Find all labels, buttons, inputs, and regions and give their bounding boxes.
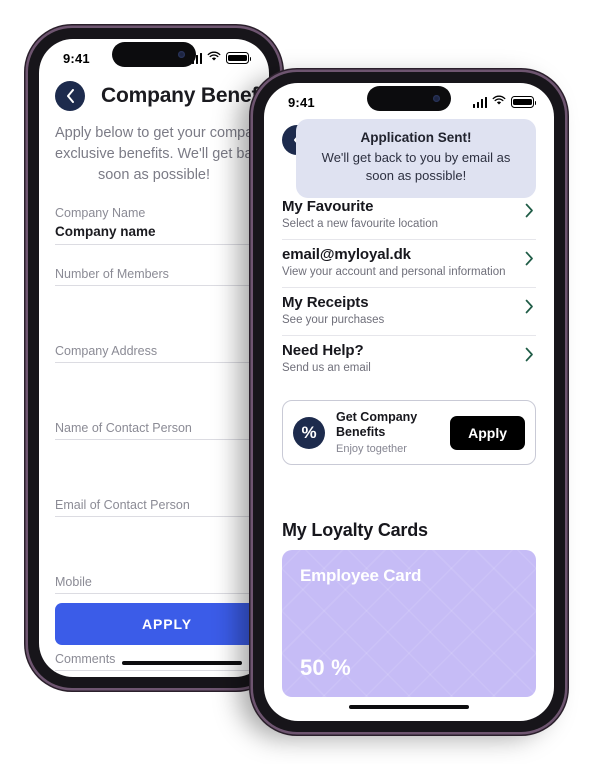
list-item-title: email@myloyal.dk [282, 246, 411, 263]
front-camera-lens-icon [433, 95, 440, 102]
toast-title: Application Sent! [360, 130, 472, 145]
dynamic-island [367, 86, 451, 111]
list-item-subtitle: View your account and personal informati… [282, 266, 506, 278]
back-phone-status-bar: 9:41 [39, 39, 269, 73]
chevron-right-icon [525, 347, 534, 367]
percent-icon: % [293, 416, 325, 449]
apply-button[interactable]: APPLY [55, 603, 269, 645]
toast-message: We'll get back to you by email as soon a… [321, 150, 511, 183]
company-benefits-promo-card[interactable]: % Get Company Benefits Enjoy together Ap… [282, 400, 536, 465]
list-item-text: Need Help? Send us an email [282, 342, 371, 374]
back-phone-header: Company Benefits [55, 81, 269, 111]
field-underline [55, 285, 253, 287]
application-sent-toast: Application Sent! We'll get back to you … [296, 119, 536, 198]
field-underline [55, 244, 253, 246]
list-item-title: My Favourite [282, 198, 374, 215]
home-indicator [349, 705, 469, 709]
front-camera-lens-icon [178, 51, 185, 58]
wifi-icon [207, 49, 221, 67]
loyalty-card-employee[interactable]: Employee Card 50 % [282, 550, 536, 697]
list-item-my-receipts[interactable]: My Receipts See your purchases [282, 288, 536, 336]
loyalty-cards-heading: My Loyalty Cards [282, 520, 428, 540]
battery-full-icon [226, 52, 252, 64]
field-label: Mobile [55, 575, 92, 590]
field-label: Email of Contact Person [55, 498, 190, 513]
list-item-account-email[interactable]: email@myloyal.dk View your account and p… [282, 240, 536, 288]
loyalty-card-discount: 50 % [300, 655, 351, 680]
front-phone-screen: 9:41 Application Sent! We'll get back to [264, 83, 554, 721]
list-item-subtitle: Send us an email [282, 362, 371, 374]
back-phone-content: Company Benefits Apply below to get your… [39, 81, 269, 677]
chevron-left-icon [66, 89, 74, 103]
field-underline [55, 670, 253, 672]
chevron-right-icon [525, 251, 534, 271]
field-label: Name of Contact Person [55, 421, 192, 436]
status-time: 9:41 [63, 50, 90, 66]
field-label: Company Address [55, 344, 158, 359]
form-field-number-of-members[interactable]: Number of Members [55, 267, 253, 322]
list-item-text: My Receipts See your purchases [282, 294, 384, 326]
promo-apply-button[interactable]: Apply [450, 415, 525, 450]
status-time: 9:41 [288, 94, 315, 110]
form-field-company-name[interactable]: Company Name Company name [55, 206, 253, 246]
list-item-text: email@myloyal.dk View your account and p… [282, 246, 506, 278]
status-icons [472, 93, 537, 111]
list-item-title: Need Help? [282, 342, 364, 359]
form-field-company-address[interactable]: Company Address [55, 344, 253, 399]
list-item-subtitle: Select a new favourite location [282, 218, 438, 230]
list-item-subtitle: See your purchases [282, 314, 385, 326]
account-settings-list: My Favourite Select a new favourite loca… [264, 192, 554, 383]
dynamic-island [112, 42, 196, 67]
phone-mockup-stage: 9:41 Company Benefits Apply below to get… [0, 0, 600, 764]
field-underline [55, 516, 253, 518]
field-label: Number of Members [55, 267, 169, 282]
promo-subtitle: Enjoy together [336, 443, 407, 455]
chevron-right-icon [525, 203, 534, 223]
back-phone-screen: 9:41 Company Benefits Apply below to get… [39, 39, 269, 677]
list-item-need-help[interactable]: Need Help? Send us an email [282, 336, 536, 383]
field-underline [55, 362, 253, 364]
field-label: Company Name [55, 206, 146, 221]
cellular-bars-icon [472, 96, 487, 108]
loyalty-card-name: Employee Card [300, 566, 422, 585]
field-value: Company name [55, 224, 156, 240]
promo-text: Get Company Benefits Enjoy together [336, 410, 439, 455]
list-item-text: My Favourite Select a new favourite loca… [282, 198, 438, 230]
chevron-right-icon [525, 299, 534, 319]
front-phone-content: Application Sent! We'll get back to you … [264, 117, 554, 721]
field-underline [55, 439, 253, 441]
list-item-my-favourite[interactable]: My Favourite Select a new favourite loca… [282, 192, 536, 240]
home-indicator [121, 661, 242, 665]
front-phone-device: 9:41 Application Sent! We'll get back to [253, 72, 565, 732]
back-button[interactable] [55, 81, 85, 111]
battery-full-icon [511, 96, 537, 108]
promo-title: Get Company Benefits [336, 410, 418, 439]
front-phone-status-bar: 9:41 [264, 83, 554, 117]
back-phone-device: 9:41 Company Benefits Apply below to get… [28, 28, 280, 688]
field-underline [55, 593, 253, 595]
form-field-name-of-contact-person[interactable]: Name of Contact Person [55, 421, 253, 476]
page-title: Company Benefits [101, 84, 269, 107]
list-item-title: My Receipts [282, 294, 369, 311]
status-icons [187, 49, 252, 67]
form-field-email-of-contact-person[interactable]: Email of Contact Person [55, 498, 253, 553]
page-subtitle: Apply below to get your company exclusiv… [55, 125, 269, 184]
wifi-icon [492, 93, 506, 111]
